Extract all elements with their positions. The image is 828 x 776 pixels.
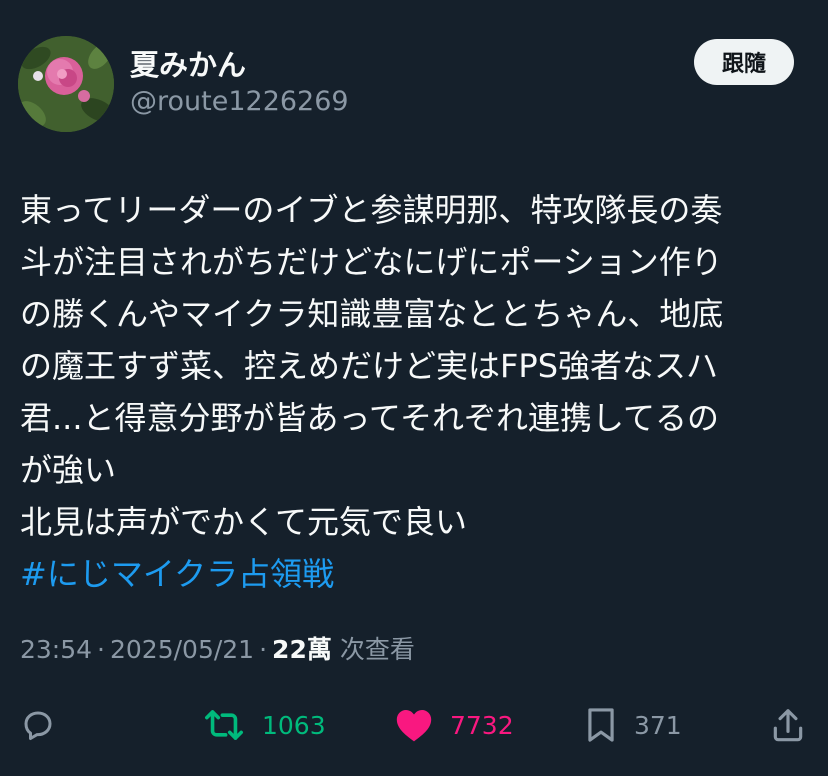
views-count[interactable]: 22萬 — [272, 630, 332, 666]
tweet-line: 君...と得意分野が皆あってそれぞれ連携してるの — [20, 399, 719, 437]
tweet-line: の魔王すず菜、控えめだけど実はFPS強者なスハ — [20, 347, 719, 385]
avatar[interactable] — [18, 36, 114, 132]
follow-button[interactable]: 跟隨 — [694, 39, 794, 85]
tweet-text: 東ってリーダーのイブと参謀明那、特攻隊長の奏 斗が注目されがちだけどなにげにポー… — [20, 184, 820, 600]
like-count: 7732 — [450, 710, 514, 740]
tweet-line: が強い — [20, 451, 117, 489]
bookmark-count: 371 — [634, 710, 682, 740]
meta-separator: · — [97, 635, 105, 664]
views-label: 次查看 — [339, 635, 415, 664]
action-bar: 1063 7732 371 — [0, 700, 828, 750]
meta-separator: · — [259, 635, 268, 664]
tweet-metadata: 23:54 · 2025/05/21 · 22萬 次查看 — [20, 630, 415, 666]
tweet-line: 斗が注目されがちだけどなにげにポーション作り — [20, 243, 723, 281]
retweet-count: 1063 — [262, 710, 326, 740]
tweet-time[interactable]: 23:54 — [20, 635, 92, 664]
retweet-button[interactable]: 1063 — [202, 700, 326, 750]
share-button[interactable] — [770, 700, 806, 750]
tweet-line: の勝くんやマイクラ知識豊富なととちゃん、地底 — [20, 295, 724, 333]
bookmark-button[interactable]: 371 — [584, 700, 682, 750]
reply-bubble-icon — [24, 711, 52, 740]
tweet-line: 北見は声がでかくて元気で良い — [20, 503, 468, 541]
hashtag-link[interactable]: #にじマイクラ占領戦 — [20, 548, 820, 600]
share-icon — [773, 709, 803, 742]
rose-flower-avatar-icon — [18, 36, 114, 132]
like-button[interactable]: 7732 — [394, 700, 514, 750]
tweet-line: 東ってリーダーのイブと参謀明那、特攻隊長の奏 — [20, 191, 723, 229]
bookmark-icon — [588, 708, 614, 742]
tweet-date[interactable]: 2025/05/21 — [110, 635, 254, 664]
heart-icon — [396, 709, 432, 742]
retweet-icon — [205, 710, 243, 740]
user-handle[interactable]: @route1226269 — [130, 86, 349, 117]
display-name[interactable]: 夏みかん — [130, 42, 246, 84]
reply-button[interactable] — [20, 700, 56, 750]
